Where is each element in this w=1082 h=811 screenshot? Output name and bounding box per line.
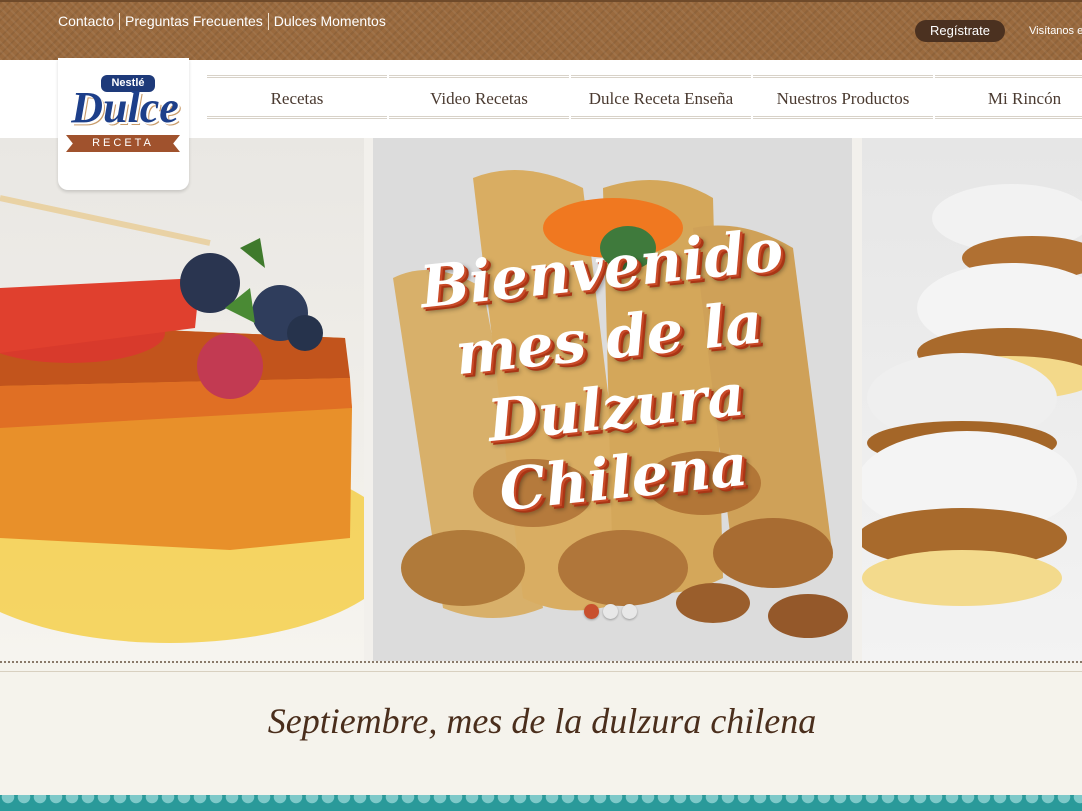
carousel-dot-1[interactable]: [584, 604, 599, 619]
contact-link[interactable]: Contacto: [58, 13, 119, 30]
logo-wordmark: Dulce: [71, 83, 179, 132]
flan-image: [0, 138, 364, 661]
visit-us-text: Visítanos e: [1029, 25, 1082, 37]
register-button[interactable]: Regístrate: [915, 20, 1005, 42]
alfajores-image: [862, 138, 1082, 661]
nav-item-recetas[interactable]: Recetas: [207, 75, 387, 119]
sweet-moments-link[interactable]: Dulces Momentos: [267, 13, 391, 30]
carousel-dot-3[interactable]: [622, 604, 637, 619]
nav-item-dulce-receta-ensena[interactable]: Dulce Receta Enseña: [571, 75, 751, 119]
hero-carousel: Bienvenido mes de la Dulzura Chilena: [0, 138, 1082, 661]
nav-item-mi-rincon[interactable]: Mi Rincón: [935, 75, 1082, 119]
teal-scallop-border: [0, 795, 1082, 811]
top-links: Contacto Preguntas Frecuentes Dulces Mom…: [58, 13, 391, 30]
top-bar: Contacto Preguntas Frecuentes Dulces Mom…: [0, 0, 1082, 60]
nav-item-video-recetas[interactable]: Video Recetas: [389, 75, 569, 119]
nav-item-nuestros-productos[interactable]: Nuestros Productos: [753, 75, 933, 119]
section-headline: Septiembre, mes de la dulzura chilena: [267, 701, 817, 741]
carousel-pagination: [584, 604, 637, 619]
welcome-banner: Bienvenido mes de la Dulzura Chilena: [360, 209, 866, 538]
faq-link[interactable]: Preguntas Frecuentes: [119, 13, 268, 30]
dulce-receta-logo[interactable]: Nestlé Dulce RECETA: [58, 58, 189, 190]
logo-ribbon: RECETA: [66, 135, 180, 152]
carousel-dot-2[interactable]: [603, 604, 618, 619]
